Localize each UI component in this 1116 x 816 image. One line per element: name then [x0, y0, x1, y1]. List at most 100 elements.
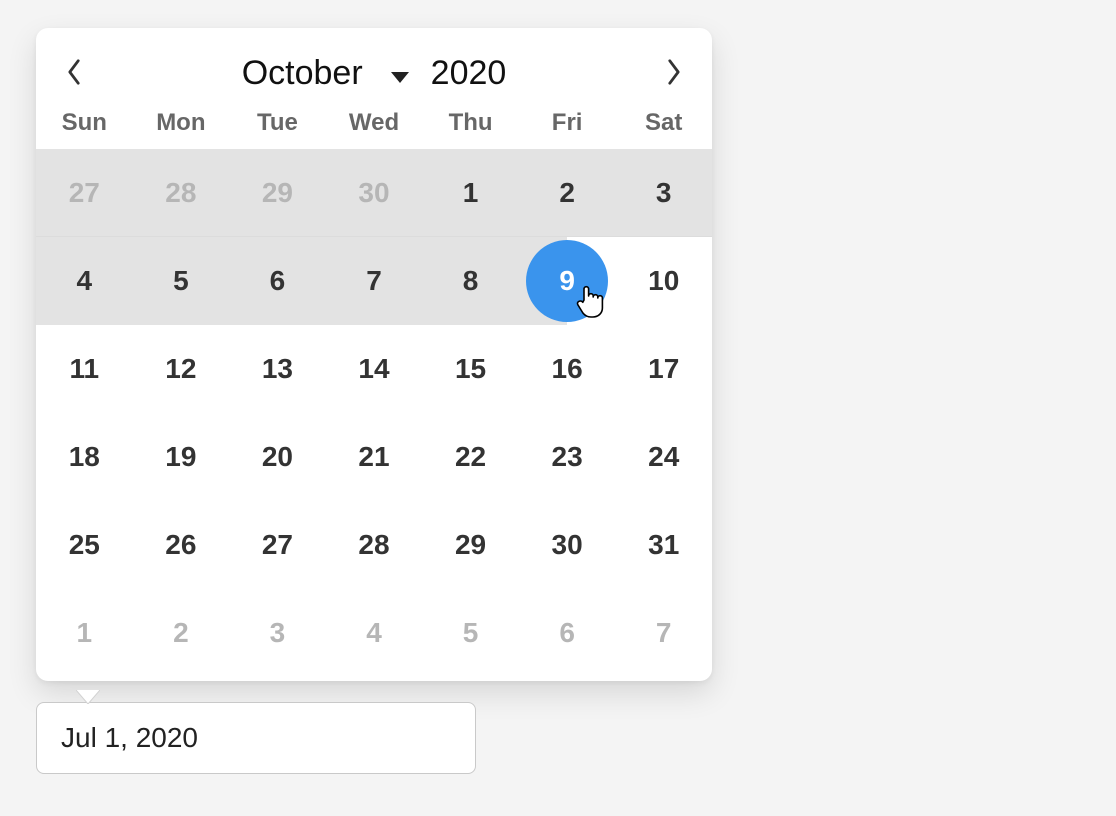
calendar-day-number: 2 — [173, 617, 189, 649]
calendar-day[interactable]: 10 — [615, 237, 712, 325]
calendar-day-number: 1 — [76, 617, 92, 649]
calendar-day-number: 11 — [69, 353, 99, 385]
calendar-day[interactable]: 4 — [36, 237, 133, 325]
calendar-day-number: 13 — [262, 353, 293, 385]
calendar-day-number: 28 — [358, 529, 389, 561]
calendar-day-number: 30 — [552, 529, 583, 561]
calendar-day[interactable]: 13 — [229, 325, 326, 413]
calendar-day-number: 4 — [366, 617, 382, 649]
chevron-right-icon — [665, 58, 683, 91]
calendar-day[interactable]: 21 — [326, 413, 423, 501]
calendar-day[interactable]: 14 — [326, 325, 423, 413]
popover-pointer-icon — [76, 690, 100, 704]
calendar-day-number: 27 — [69, 177, 100, 209]
calendar-day-selected[interactable]: 9 — [519, 237, 616, 325]
calendar-day[interactable]: 8 — [422, 237, 519, 325]
calendar-day[interactable]: 15 — [422, 325, 519, 413]
calendar-day-number: 19 — [165, 441, 196, 473]
calendar-day[interactable]: 28 — [133, 149, 230, 237]
date-input[interactable]: Jul 1, 2020 — [36, 702, 476, 774]
calendar-day[interactable]: 2 — [519, 149, 616, 237]
weekday-label: Fri — [519, 109, 616, 137]
calendar-day[interactable]: 27 — [229, 501, 326, 589]
calendar-day[interactable]: 4 — [326, 589, 423, 677]
calendar-day-number: 17 — [648, 353, 679, 385]
chevron-left-icon — [65, 58, 83, 91]
weekday-label: Mon — [133, 109, 230, 137]
calendar-day-number: 2 — [559, 177, 575, 209]
calendar-day[interactable]: 1 — [422, 149, 519, 237]
calendar-day[interactable]: 29 — [229, 149, 326, 237]
calendar-day-number: 27 — [262, 529, 293, 561]
calendar-day[interactable]: 27 — [36, 149, 133, 237]
calendar-day[interactable]: 23 — [519, 413, 616, 501]
calendar-day[interactable]: 6 — [519, 589, 616, 677]
calendar-day-number: 14 — [358, 353, 389, 385]
calendar-day-number: 20 — [262, 441, 293, 473]
pointer-cursor-icon — [575, 283, 607, 319]
calendar-grid: 2728293012345678910111213141516171819202… — [36, 149, 712, 677]
year-label[interactable]: 2020 — [431, 54, 507, 93]
calendar-day[interactable]: 11 — [36, 325, 133, 413]
calendar-day[interactable]: 29 — [422, 501, 519, 589]
calendar-day-number: 8 — [463, 265, 479, 297]
calendar-day-number: 23 — [552, 441, 583, 473]
weekday-label: Sat — [615, 109, 712, 137]
calendar-day[interactable]: 6 — [229, 237, 326, 325]
prev-month-button[interactable] — [56, 56, 92, 92]
calendar-day-number: 4 — [76, 265, 92, 297]
weekday-row: Sun Mon Tue Wed Thu Fri Sat — [36, 103, 712, 149]
calendar-day-number: 29 — [455, 529, 486, 561]
calendar-popover: October 2020 Sun Mon Tue Wed Thu Fri Sat — [36, 28, 712, 681]
weekday-label: Sun — [36, 109, 133, 137]
calendar-day-number: 29 — [262, 177, 293, 209]
month-label: October — [242, 54, 363, 93]
calendar-day[interactable]: 28 — [326, 501, 423, 589]
calendar-day-number: 5 — [173, 265, 189, 297]
calendar-day[interactable]: 30 — [326, 149, 423, 237]
calendar-day[interactable]: 3 — [615, 149, 712, 237]
calendar-day-number: 28 — [165, 177, 196, 209]
calendar-day-number: 1 — [463, 177, 479, 209]
calendar-day-number: 6 — [270, 265, 286, 297]
calendar-day[interactable]: 7 — [615, 589, 712, 677]
calendar-day[interactable]: 31 — [615, 501, 712, 589]
calendar-day-number: 12 — [165, 353, 196, 385]
next-month-button[interactable] — [656, 56, 692, 92]
calendar-day-number: 10 — [648, 265, 679, 297]
calendar-day-number: 16 — [552, 353, 583, 385]
calendar-day[interactable]: 19 — [133, 413, 230, 501]
calendar-day[interactable]: 16 — [519, 325, 616, 413]
calendar-day[interactable]: 22 — [422, 413, 519, 501]
weekday-label: Tue — [229, 109, 326, 137]
chevron-down-icon — [391, 54, 409, 93]
month-select[interactable]: October — [242, 54, 409, 93]
weekday-label: Wed — [326, 109, 423, 137]
calendar-day[interactable]: 20 — [229, 413, 326, 501]
calendar-day-number: 15 — [455, 353, 486, 385]
calendar-day-number: 26 — [165, 529, 196, 561]
calendar-day[interactable]: 17 — [615, 325, 712, 413]
calendar-day-number: 30 — [358, 177, 389, 209]
calendar-day[interactable]: 5 — [133, 237, 230, 325]
calendar-day[interactable]: 30 — [519, 501, 616, 589]
calendar-day-number: 18 — [69, 441, 100, 473]
month-year-picker: October 2020 — [242, 54, 507, 93]
calendar-day[interactable]: 1 — [36, 589, 133, 677]
calendar-day[interactable]: 3 — [229, 589, 326, 677]
calendar-day-number: 9 — [559, 265, 575, 297]
calendar-day-number: 31 — [648, 529, 679, 561]
calendar-day-number: 22 — [455, 441, 486, 473]
weekday-label: Thu — [422, 109, 519, 137]
calendar-day[interactable]: 2 — [133, 589, 230, 677]
calendar-day[interactable]: 12 — [133, 325, 230, 413]
calendar-day[interactable]: 26 — [133, 501, 230, 589]
calendar-day[interactable]: 24 — [615, 413, 712, 501]
calendar-day[interactable]: 7 — [326, 237, 423, 325]
calendar-day-number: 5 — [463, 617, 479, 649]
calendar-day[interactable]: 25 — [36, 501, 133, 589]
calendar-day-number: 6 — [559, 617, 575, 649]
calendar-day-number: 3 — [656, 177, 672, 209]
calendar-day[interactable]: 18 — [36, 413, 133, 501]
calendar-day[interactable]: 5 — [422, 589, 519, 677]
